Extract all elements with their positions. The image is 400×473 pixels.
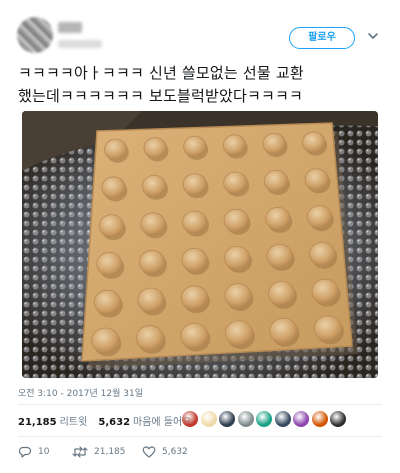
- dome: [182, 210, 208, 234]
- dome: [103, 138, 128, 161]
- dome: [313, 315, 343, 342]
- dome: [306, 205, 333, 229]
- divider: [18, 436, 382, 437]
- liker-avatar[interactable]: [310, 410, 329, 428]
- dome: [302, 131, 326, 154]
- divider: [18, 404, 382, 405]
- tweet-header: 팔로우: [0, 0, 400, 62]
- dome: [311, 278, 339, 304]
- chevron-down-icon[interactable]: [367, 30, 379, 42]
- reply-button[interactable]: 10: [18, 444, 49, 460]
- dome: [222, 134, 247, 156]
- dome: [180, 322, 209, 349]
- dome: [265, 206, 291, 231]
- dome: [309, 241, 336, 267]
- tweet-photo[interactable]: [22, 111, 378, 378]
- dome: [224, 320, 254, 347]
- follow-button[interactable]: 팔로우: [289, 27, 355, 49]
- dome: [91, 327, 120, 354]
- liker-avatar[interactable]: [329, 410, 347, 428]
- dome: [138, 250, 166, 275]
- retweet-button[interactable]: 21,185: [72, 444, 126, 460]
- dome: [224, 283, 252, 309]
- retweet-icon: [72, 446, 88, 458]
- dome: [262, 132, 286, 155]
- dome: [143, 137, 167, 159]
- liker-avatar[interactable]: [218, 410, 236, 428]
- paving-block-photo: [22, 111, 378, 378]
- liker-avatar[interactable]: [292, 410, 310, 428]
- dome: [224, 245, 251, 271]
- retweet-count: 21,185: [94, 447, 126, 457]
- avatar[interactable]: [17, 17, 53, 53]
- dome: [140, 212, 166, 236]
- dome: [96, 252, 123, 277]
- tweet-stats: 21,185 리트윗 5,632 마음에 들어요: [18, 413, 199, 428]
- dome: [268, 280, 296, 307]
- liker-avatar[interactable]: [273, 410, 292, 428]
- likes-count[interactable]: 5,632: [98, 417, 130, 428]
- tweet-text: ㅋㅋㅋㅋ아ㅏㅋㅋㅋ 신년 쓸모없는 선물 교환 했는데ㅋㅋㅋㅋㅋㅋ 보도블럭받았…: [18, 62, 388, 108]
- tweet-actions: 10 21,185 5,632: [18, 444, 382, 462]
- dome: [180, 285, 209, 311]
- tweet-text-line: 했는데ㅋㅋㅋㅋㅋㅋ 보도블럭받았다ㅋㅋㅋㅋ: [18, 87, 303, 105]
- dome: [263, 169, 289, 193]
- reply-icon: [18, 446, 32, 458]
- display-name-redacted[interactable]: [58, 22, 82, 33]
- liker-avatar[interactable]: [236, 410, 255, 428]
- dome: [101, 176, 126, 199]
- dome: [223, 208, 249, 233]
- dome: [304, 168, 329, 191]
- reply-count: 10: [38, 447, 50, 457]
- heart-icon: [142, 446, 156, 458]
- dome: [93, 289, 122, 315]
- dome: [183, 135, 207, 158]
- dome: [137, 287, 165, 313]
- tweet-text-line: ㅋㅋㅋㅋ아ㅏㅋㅋㅋ 신년 쓸모없는 선물 교환: [18, 64, 304, 82]
- retweets-label[interactable]: 리트윗: [60, 417, 88, 428]
- dome: [135, 325, 165, 352]
- liker-avatar[interactable]: [181, 410, 199, 428]
- dome: [98, 214, 125, 238]
- dome: [182, 173, 207, 196]
- liker-avatar[interactable]: [199, 410, 218, 428]
- dome: [223, 171, 248, 195]
- dome: [266, 243, 293, 269]
- like-count: 5,632: [162, 447, 188, 457]
- dome: [142, 174, 167, 198]
- tweet-timestamp[interactable]: 오전 3:10 - 2017년 12월 31일: [18, 386, 143, 399]
- like-button[interactable]: 5,632: [142, 444, 188, 460]
- retweets-count[interactable]: 21,185: [18, 417, 57, 428]
- dome: [181, 248, 208, 273]
- handle-redacted[interactable]: [58, 40, 102, 48]
- dome: [269, 317, 298, 345]
- liker-avatar[interactable]: [255, 410, 273, 428]
